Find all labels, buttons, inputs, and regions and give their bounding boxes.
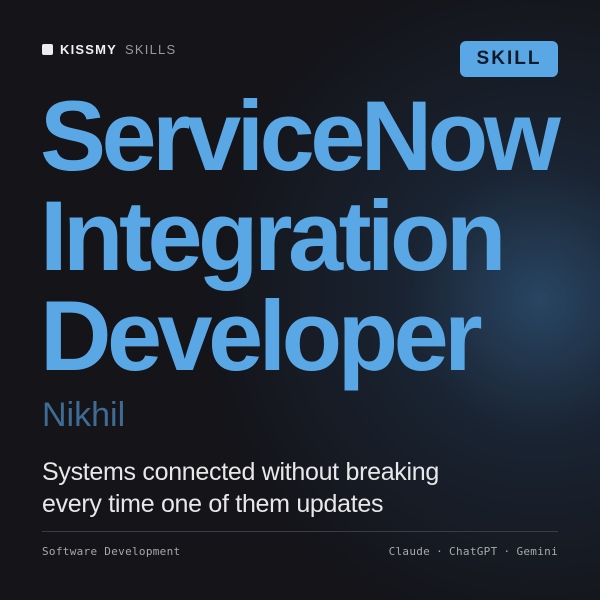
title-line-1: ServiceNow [40, 80, 561, 191]
brand-square-icon [42, 43, 53, 55]
platform-claude: Claude [388, 545, 431, 558]
platform-chatgpt: ChatGPT [449, 545, 498, 558]
tagline-line-1: Systems connected without breaking [42, 458, 439, 486]
author-name: Nikhil [42, 396, 126, 434]
category-label: Software Development [42, 545, 181, 558]
tagline: Systems connected without breaking every… [42, 456, 562, 520]
platform-gemini: Gemini [516, 545, 558, 558]
title-line-2: Integration [40, 180, 506, 291]
footer-divider [42, 531, 558, 532]
brand-logo: KISSMY SKILLS [42, 41, 176, 57]
skill-badge: SKILL [460, 41, 558, 77]
brand-subtitle: SKILLS [125, 41, 177, 57]
title-line-3: Developer [40, 280, 483, 391]
page-title: ServiceNow Integration Developer [40, 86, 580, 386]
brand-name: KISSMY [60, 41, 118, 57]
tagline-line-2: every time one of them updates [42, 490, 384, 518]
platform-list: Claude · ChatGPT · Gemini [389, 545, 558, 558]
platform-separator: · [503, 545, 511, 558]
platform-separator: · [436, 545, 444, 558]
